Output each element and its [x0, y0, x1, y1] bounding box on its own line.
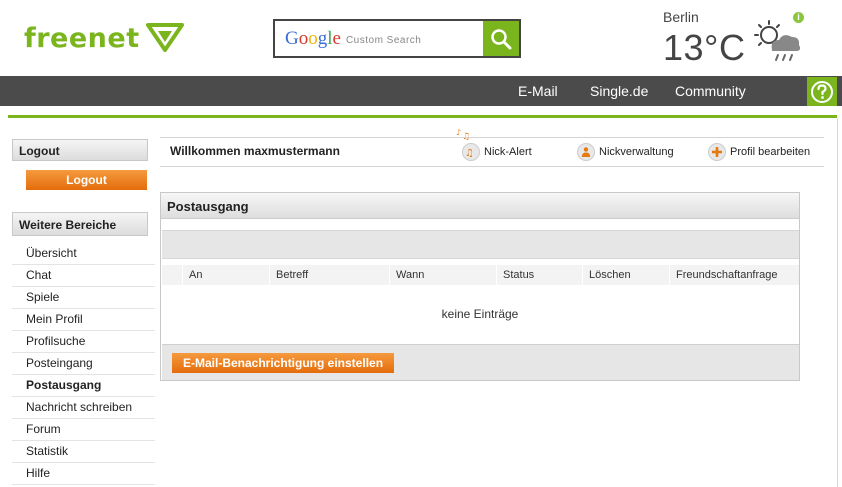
logout-heading: Logout — [12, 139, 148, 161]
column-wann[interactable]: Wann — [389, 265, 496, 285]
freenet-logo-icon — [145, 22, 184, 55]
search-button[interactable] — [483, 21, 519, 56]
column-an[interactable]: An — [182, 265, 269, 285]
nick-alert-label: Nick-Alert — [484, 146, 532, 158]
panel-footer: E-Mail-Benachrichtigung einstellen — [162, 344, 799, 380]
email-notification-button[interactable]: E-Mail-Benachrichtigung einstellen — [172, 353, 395, 373]
nickverwaltung-link[interactable]: Nickverwaltung — [577, 143, 674, 161]
search-icon — [491, 28, 512, 49]
sidebar-item-posteingang[interactable]: Posteingang — [12, 353, 155, 375]
nick-alert-icon: ♫ — [462, 143, 480, 161]
green-divider — [8, 115, 837, 118]
column-loeschen[interactable]: Löschen — [582, 265, 669, 285]
search-input[interactable]: Google Custom Search — [275, 21, 483, 56]
help-button[interactable] — [807, 77, 837, 106]
sidebar-item-statistik[interactable]: Statistik — [12, 441, 155, 463]
sidebar-item-nachricht-schreiben[interactable]: Nachricht schreiben — [12, 397, 155, 419]
content-border — [837, 118, 838, 487]
more-areas-heading: Weitere Bereiche — [12, 212, 148, 236]
weather-city: Berlin — [663, 9, 699, 25]
nav-item-community[interactable]: Community — [675, 83, 746, 99]
info-icon[interactable]: i — [793, 12, 804, 23]
svg-text:♫: ♫ — [465, 148, 474, 158]
nav-item-email[interactable]: E-Mail — [518, 83, 558, 99]
sidebar-item-profilsuche[interactable]: Profilsuche — [12, 331, 155, 353]
column-betreff[interactable]: Betreff — [269, 265, 389, 285]
empty-message: keine Einträge — [441, 307, 519, 321]
logo-text: freenet — [24, 23, 140, 54]
logout-button[interactable]: Logout — [26, 170, 147, 190]
sidebar-item-uebersicht[interactable]: Übersicht — [12, 243, 155, 265]
sidebar-item-postausgang[interactable]: Postausgang — [12, 375, 155, 397]
user-icon — [577, 143, 595, 161]
sidebar-item-spiele[interactable]: Spiele — [12, 287, 155, 309]
postausgang-panel: Postausgang An Betreff Wann Status Lösch… — [160, 192, 800, 381]
svg-text:♪: ♪ — [456, 128, 461, 137]
nav-item-single[interactable]: Single.de — [590, 83, 648, 99]
column-status[interactable]: Status — [496, 265, 582, 285]
profil-bearbeiten-link[interactable]: Profil bearbeiten — [708, 143, 810, 161]
panel-toolbar-strip — [162, 230, 799, 259]
nickverwaltung-label: Nickverwaltung — [599, 146, 674, 158]
sidebar-item-chat[interactable]: Chat — [12, 265, 155, 287]
sidebar-item-mein-profil[interactable]: Mein Profil — [12, 309, 155, 331]
column-freundschaftanfrage[interactable]: Freundschaftanfrage — [669, 265, 799, 285]
welcome-bar: Willkommen maxmustermann ♫ Nick-Alert Ni… — [160, 137, 824, 167]
profil-bearbeiten-label: Profil bearbeiten — [730, 146, 811, 158]
main-navbar: E-Mail Single.de Community — [0, 76, 842, 106]
question-icon — [811, 80, 833, 103]
sun-cloud-rain-icon — [752, 20, 804, 65]
search-box[interactable]: Google Custom Search — [273, 19, 521, 58]
sidebar-item-hilfe[interactable]: Hilfe — [12, 463, 155, 485]
search-placeholder: Custom Search — [345, 34, 422, 46]
nick-alert-link[interactable]: ♫ Nick-Alert — [462, 143, 532, 161]
sidebar-menu: Übersicht Chat Spiele Mein Profil Profil… — [12, 243, 155, 485]
panel-title: Postausgang — [161, 193, 799, 219]
freenet-logo[interactable]: freenet — [24, 22, 184, 55]
google-logo: Google — [285, 27, 341, 49]
weather-temperature: 13°C — [663, 27, 746, 68]
welcome-text: Willkommen maxmustermann — [170, 144, 340, 158]
plus-icon — [708, 143, 726, 161]
weather-widget[interactable]: Berlin 13°C — [663, 9, 745, 69]
table-header: An Betreff Wann Status Löschen Freundsch… — [162, 265, 799, 285]
sidebar-item-forum[interactable]: Forum — [12, 419, 155, 441]
